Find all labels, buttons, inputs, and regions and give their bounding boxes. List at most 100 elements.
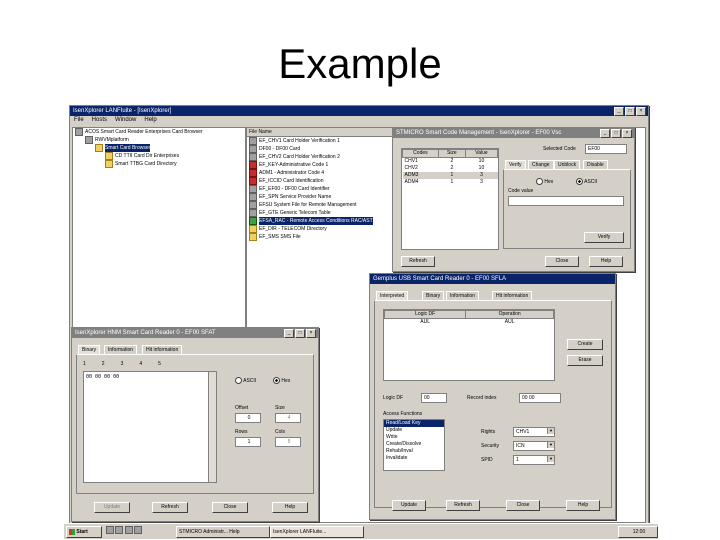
list-item[interactable]: Rehab/Inval <box>384 448 444 455</box>
tab-disable[interactable]: Disable <box>583 160 608 169</box>
quicklaunch-area[interactable] <box>104 526 166 536</box>
tab-binary[interactable]: Binary <box>78 345 101 354</box>
tab-change[interactable]: Change <box>528 160 554 169</box>
code-value-input[interactable] <box>508 196 624 206</box>
tab-hit-information[interactable]: Hit information <box>142 345 183 354</box>
cols-field[interactable]: 5 <box>275 437 301 447</box>
update-button[interactable]: Update <box>94 502 130 513</box>
tab-unblock[interactable]: Unblock <box>554 160 581 169</box>
table-row[interactable]: AUL AUL <box>385 319 554 327</box>
file-icon <box>249 161 257 169</box>
close-icon[interactable]: × <box>622 129 632 138</box>
tree-item[interactable]: Smart TTBG Card Directory <box>73 160 245 168</box>
col-header-value[interactable]: Value <box>464 149 498 158</box>
close-icon[interactable]: × <box>306 329 316 338</box>
rows-field[interactable]: 1 <box>235 437 261 447</box>
tab-information[interactable]: Information <box>104 345 138 354</box>
col-header-size[interactable]: Size <box>437 149 466 158</box>
menu-hosts[interactable]: Hosts <box>92 116 107 124</box>
col-header-logic-df[interactable]: Logic DF <box>384 310 467 319</box>
tab-hit-information[interactable]: Hit information <box>492 291 533 300</box>
record-index-field[interactable]: 00 00 <box>519 393 561 403</box>
file-icon <box>249 209 257 217</box>
spid-select[interactable]: 1 ▼ <box>513 455 555 465</box>
hex-editor[interactable]: 00 00 00 00 <box>83 371 217 483</box>
radio-hex[interactable]: Hex <box>536 178 553 185</box>
col-header-codes[interactable]: Codes <box>402 149 439 158</box>
mgmt-titlebar[interactable]: STMICRO Smart Code Management - IsenXplo… <box>393 128 634 138</box>
chevron-down-icon[interactable]: ▼ <box>547 442 554 448</box>
list-item[interactable]: Write <box>384 434 444 441</box>
radio-ascii[interactable]: ASCII <box>576 178 597 185</box>
radio-ascii[interactable]: ASCII <box>235 377 256 384</box>
minimize-icon[interactable]: _ <box>600 129 610 138</box>
col-header-operation[interactable]: Operation <box>465 310 554 319</box>
help-button[interactable]: Help <box>566 500 600 511</box>
minimize-icon[interactable]: _ <box>284 329 294 338</box>
binary-titlebar[interactable]: IsenXplorer HNM Smart Card Reader 0 - EF… <box>72 328 318 338</box>
computer-icon <box>75 128 83 136</box>
selected-code-field[interactable]: EF00 <box>585 144 627 154</box>
tab-binary[interactable]: Binary <box>422 291 445 300</box>
list-item[interactable]: Update <box>384 427 444 434</box>
desktop-icon[interactable] <box>106 526 114 534</box>
chevron-down-icon[interactable]: ▼ <box>547 456 554 462</box>
table-row[interactable]: ADM4 1 3 <box>403 179 498 186</box>
offset-field[interactable]: 0 <box>235 413 261 423</box>
ie-icon[interactable] <box>115 526 124 534</box>
menu-window[interactable]: Window <box>115 116 136 124</box>
create-button[interactable]: Create <box>567 339 603 350</box>
tree-item[interactable]: RWVMplatform <box>73 136 245 144</box>
table-row[interactable]: CHV1 2 10 <box>403 158 498 166</box>
help-button[interactable]: Help <box>589 256 623 267</box>
size-field[interactable]: 4 <box>275 413 301 423</box>
hex-scrollbar[interactable] <box>208 372 216 482</box>
close-button[interactable]: Close <box>545 256 579 267</box>
maximize-icon[interactable]: □ <box>295 329 305 338</box>
maximize-icon[interactable]: □ <box>625 107 635 116</box>
list-item[interactable]: Read/Load Key <box>384 420 444 427</box>
start-button[interactable]: Start <box>66 526 102 538</box>
tree-root[interactable]: ACOS Smart Card Reader Enterprises Card … <box>73 128 245 136</box>
table-row[interactable]: CHV2 2 10 <box>403 165 498 172</box>
close-button[interactable]: Close <box>212 502 248 513</box>
security-select[interactable]: ICN ▼ <box>513 441 555 451</box>
reader-titlebar[interactable]: Gemplus USB Smart Card Reader 0 - EF00 S… <box>370 274 615 284</box>
refresh-button[interactable]: Refresh <box>401 256 435 267</box>
refresh-button[interactable]: Refresh <box>152 502 188 513</box>
logic-df-field[interactable]: 00 <box>421 393 447 403</box>
tree-item[interactable]: CD TTII Card Dir Enterprises <box>73 152 245 160</box>
close-icon[interactable]: × <box>636 107 646 116</box>
radio-hex[interactable]: Hex <box>273 377 290 384</box>
list-item[interactable]: Create/Dissolve <box>384 441 444 448</box>
main-window-titlebar[interactable]: IsenXplorer LANFIuite - [IsenXplorer] _ … <box>70 106 648 116</box>
tree-item[interactable]: Smart Card Browser <box>73 144 245 152</box>
minimize-icon[interactable]: _ <box>614 107 624 116</box>
update-button[interactable]: Update <box>392 500 426 511</box>
chevron-down-icon[interactable]: ▼ <box>547 428 554 434</box>
outlook-icon[interactable] <box>124 526 133 534</box>
explorer-icon[interactable] <box>134 526 143 534</box>
tab-information[interactable]: Information <box>446 291 480 300</box>
erase-button[interactable]: Erase <box>567 355 603 366</box>
verify-button[interactable]: Verify <box>584 232 624 243</box>
tab-interpreted[interactable]: Interpreted <box>376 291 409 300</box>
tab-verify[interactable]: Verify <box>505 160 526 169</box>
reader-icon <box>85 136 93 144</box>
binary-title: IsenXplorer HNM Smart Card Reader 0 - EF… <box>75 330 216 336</box>
list-item[interactable]: Invalidate <box>384 455 444 462</box>
list-header[interactable]: File Name <box>247 128 399 137</box>
folder-icon <box>105 160 113 168</box>
rights-select[interactable]: CHV1 ▼ <box>513 427 555 437</box>
help-button[interactable]: Help <box>272 502 308 513</box>
system-clock[interactable]: 12:00 <box>618 526 658 538</box>
code-value-label: Code value <box>508 188 534 194</box>
taskbar-item[interactable]: IsenXplorer LANFIuite... <box>270 526 364 538</box>
menu-help[interactable]: Help <box>144 116 156 124</box>
close-button[interactable]: Close <box>506 500 540 511</box>
maximize-icon[interactable]: □ <box>611 129 621 138</box>
taskbar-item[interactable]: STMICRO Administr... Help <box>176 526 270 538</box>
table-row[interactable]: ADM3 1 3 <box>402 172 498 179</box>
menu-file[interactable]: File <box>74 116 84 124</box>
refresh-button[interactable]: Refresh <box>446 500 480 511</box>
